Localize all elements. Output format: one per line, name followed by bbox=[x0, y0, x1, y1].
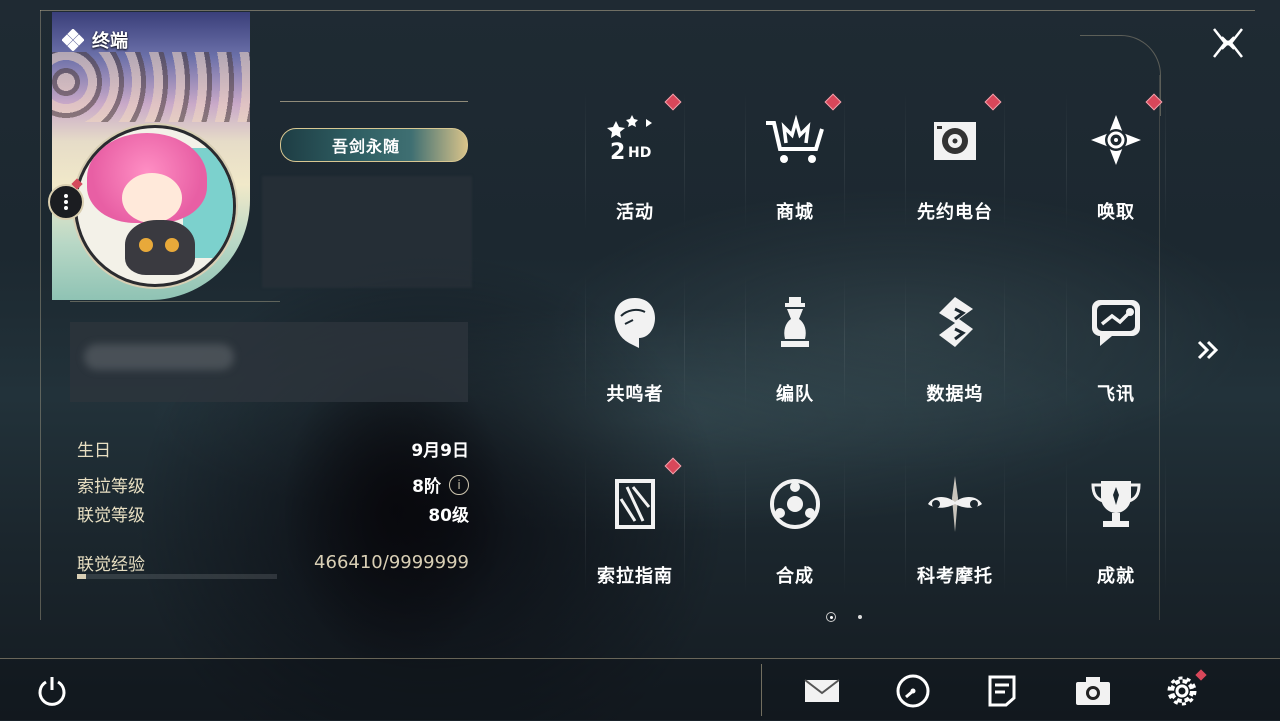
mail-icon bbox=[804, 679, 840, 702]
menu-tile[interactable]: 科考摩托 bbox=[905, 456, 1005, 594]
menu-tile-label: 活动 bbox=[616, 202, 654, 223]
menu-tile-label: 飞讯 bbox=[1097, 384, 1135, 405]
notes-icon bbox=[988, 675, 1016, 707]
menu-tile[interactable]: 编队 bbox=[745, 274, 845, 412]
power-button[interactable] bbox=[33, 672, 71, 710]
menu-tile[interactable]: 数据坞 bbox=[905, 274, 1005, 412]
stat-union-level: 联觉等级 80级 bbox=[77, 501, 469, 526]
redacted-signature bbox=[70, 322, 468, 402]
events-2hd-icon: 2 HD bbox=[603, 108, 667, 172]
menu-tile-label: 索拉指南 bbox=[597, 566, 673, 587]
trophy-icon bbox=[1084, 472, 1148, 536]
notification-badge bbox=[664, 93, 682, 111]
exp-progress-bar bbox=[77, 574, 277, 579]
close-icon bbox=[1213, 28, 1243, 58]
synthesis-icon bbox=[763, 472, 827, 536]
redacted-info bbox=[262, 176, 472, 288]
bottom-separator bbox=[761, 664, 762, 716]
info-icon[interactable]: i bbox=[449, 474, 469, 495]
gear-icon bbox=[1167, 676, 1197, 706]
menu-tile[interactable]: 合成 bbox=[745, 456, 845, 594]
radio-icon bbox=[923, 108, 987, 172]
power-icon bbox=[38, 677, 66, 706]
name-plate[interactable]: 吾剑永随 bbox=[280, 128, 468, 162]
next-page-button[interactable] bbox=[1194, 336, 1222, 364]
camera-button[interactable] bbox=[1074, 672, 1112, 710]
stat-union-exp: 联觉经验 466410/9999999 bbox=[77, 550, 469, 575]
menu-tile-label: 合成 bbox=[776, 566, 814, 587]
profile-divider bbox=[70, 301, 280, 302]
resonator-icon bbox=[603, 290, 667, 354]
close-button[interactable] bbox=[1208, 23, 1248, 63]
avatar-cat bbox=[125, 220, 195, 275]
terminal-diamond-icon bbox=[62, 29, 84, 51]
avatar-face bbox=[122, 173, 182, 223]
menu-tile-label: 成就 bbox=[1097, 566, 1135, 587]
stat-label: 索拉等级 bbox=[77, 477, 145, 497]
stat-label: 联觉等级 bbox=[77, 506, 145, 526]
stat-value: 8阶 bbox=[412, 477, 441, 497]
menu-tile[interactable]: 飞讯 bbox=[1066, 274, 1166, 412]
menu-tile-label: 共鸣者 bbox=[606, 384, 664, 405]
history-button[interactable] bbox=[894, 672, 932, 710]
notification-badge bbox=[984, 93, 1002, 111]
menu-tile[interactable]: 成就 bbox=[1066, 456, 1166, 594]
page-dot-active[interactable] bbox=[826, 612, 836, 622]
menu-tile[interactable]: 商城 bbox=[745, 92, 845, 230]
page-header: 终端 bbox=[62, 27, 128, 53]
banner-artwork bbox=[52, 52, 250, 122]
menu-tile-label: 唤取 bbox=[1097, 202, 1135, 223]
stat-value: 9月9日 bbox=[411, 441, 469, 461]
camera-icon bbox=[1076, 677, 1110, 705]
plate-divider bbox=[280, 101, 468, 102]
stat-value-wrap: 8阶 i bbox=[412, 472, 469, 497]
notification-badge bbox=[824, 93, 842, 111]
menu-tile-label: 先约电台 bbox=[917, 202, 993, 223]
stat-value: 466410/9999999 bbox=[314, 552, 469, 573]
menu-tile[interactable]: 先约电台 bbox=[905, 92, 1005, 230]
notification-badge bbox=[664, 457, 682, 475]
team-chess-icon bbox=[763, 290, 827, 354]
clock-icon bbox=[896, 674, 930, 708]
menu-tile-label: 科考摩托 bbox=[917, 566, 993, 587]
frame-line-top bbox=[40, 10, 1255, 11]
notes-button[interactable] bbox=[983, 672, 1021, 710]
menu-tile[interactable]: 2 HD 活动 bbox=[585, 92, 685, 230]
stat-value: 80级 bbox=[428, 506, 469, 526]
stat-sol-rank: 索拉等级 8阶 i bbox=[77, 472, 469, 497]
exp-progress-fill bbox=[77, 574, 87, 579]
stat-label: 生日 bbox=[77, 441, 111, 461]
menu-tile-label: 商城 bbox=[776, 202, 814, 223]
convene-icon bbox=[1084, 108, 1148, 172]
page-indicator bbox=[826, 612, 862, 622]
data-dock-icon bbox=[923, 290, 987, 354]
message-icon bbox=[1084, 290, 1148, 354]
svg-text:2: 2 bbox=[610, 140, 625, 165]
stat-label: 联觉经验 bbox=[77, 555, 145, 575]
guide-icon bbox=[603, 472, 667, 536]
mail-button[interactable] bbox=[803, 672, 841, 710]
name-plate-title: 吾剑永随 bbox=[331, 137, 400, 156]
double-chevron-right-icon bbox=[1197, 340, 1219, 360]
menu-tile-label: 编队 bbox=[776, 384, 814, 405]
menu-tile[interactable]: 索拉指南 bbox=[585, 456, 685, 594]
shop-cart-icon bbox=[763, 108, 827, 172]
page-title: 终端 bbox=[92, 31, 128, 52]
notification-badge bbox=[1145, 93, 1163, 111]
more-vertical-icon bbox=[64, 194, 68, 210]
avatar[interactable] bbox=[74, 125, 236, 287]
svg-text:HD: HD bbox=[628, 145, 651, 161]
stat-birthday: 生日 9月9日 bbox=[77, 436, 469, 461]
menu-tile[interactable]: 共鸣者 bbox=[585, 274, 685, 412]
more-options-button[interactable] bbox=[48, 184, 84, 220]
menu-tile[interactable]: 唤取 bbox=[1066, 92, 1166, 230]
frame-line-left bbox=[40, 10, 41, 620]
menu-tile-label: 数据坞 bbox=[926, 384, 984, 405]
motorcycle-icon bbox=[923, 472, 987, 536]
page-dot[interactable] bbox=[858, 615, 862, 619]
settings-button[interactable] bbox=[1163, 669, 1207, 710]
